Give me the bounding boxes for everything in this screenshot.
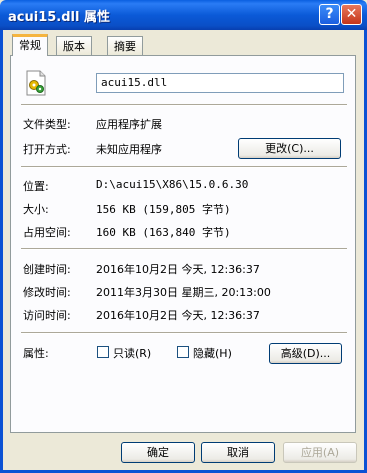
- advanced-button[interactable]: 高级(D)...: [269, 343, 342, 364]
- file-type-value: 应用程序扩展: [96, 118, 162, 131]
- ok-button[interactable]: 确定: [121, 442, 195, 463]
- opens-with-label: 打开方式:: [23, 143, 71, 156]
- close-button[interactable]: ✕: [341, 4, 362, 25]
- separator: [21, 104, 347, 106]
- help-button[interactable]: ?: [319, 4, 340, 25]
- size-value: 156 KB (159,805 字节): [96, 203, 231, 216]
- cancel-button[interactable]: 取消: [201, 442, 275, 463]
- tab-summary[interactable]: 摘要: [107, 36, 143, 55]
- location-label: 位置:: [23, 180, 49, 193]
- attributes-label: 属性:: [23, 347, 49, 360]
- size-label: 大小:: [23, 203, 49, 216]
- separator: [21, 248, 347, 250]
- separator: [21, 332, 347, 334]
- accessed-value: 2016年10月2日 今天, 12:36:37: [96, 309, 260, 322]
- tab-general[interactable]: 常规: [12, 34, 48, 56]
- change-button[interactable]: 更改(C)...: [238, 138, 341, 159]
- size-on-disk-label: 占用空间:: [23, 226, 71, 239]
- file-type-label: 文件类型:: [23, 118, 71, 131]
- hidden-checkbox[interactable]: [177, 346, 189, 358]
- separator: [21, 166, 347, 168]
- readonly-label[interactable]: 只读(R): [113, 345, 151, 361]
- modified-value: 2011年3月30日 星期三, 20:13:00: [96, 286, 271, 299]
- size-on-disk-value: 160 KB (163,840 字节): [96, 226, 231, 239]
- location-value: D:\acui15\X86\15.0.6.30: [96, 178, 249, 191]
- window-title: acui15.dll 属性: [8, 10, 110, 25]
- dll-file-icon: [26, 70, 46, 96]
- readonly-checkbox[interactable]: [97, 346, 109, 358]
- created-value: 2016年10月2日 今天, 12:36:37: [96, 263, 260, 276]
- apply-button[interactable]: 应用(A): [283, 442, 357, 463]
- modified-label: 修改时间:: [23, 286, 71, 299]
- tab-version[interactable]: 版本: [56, 36, 92, 55]
- accessed-label: 访问时间:: [23, 309, 71, 322]
- file-name-field[interactable]: acui15.dll: [96, 73, 344, 93]
- title-bar: acui15.dll 属性 ? ✕: [0, 0, 367, 30]
- general-tab-panel: acui15.dll 文件类型: 应用程序扩展 打开方式: 未知应用程序 更改(…: [10, 55, 356, 433]
- hidden-label[interactable]: 隐藏(H): [193, 345, 232, 361]
- opens-with-value: 未知应用程序: [96, 143, 162, 156]
- created-label: 创建时间:: [23, 263, 71, 276]
